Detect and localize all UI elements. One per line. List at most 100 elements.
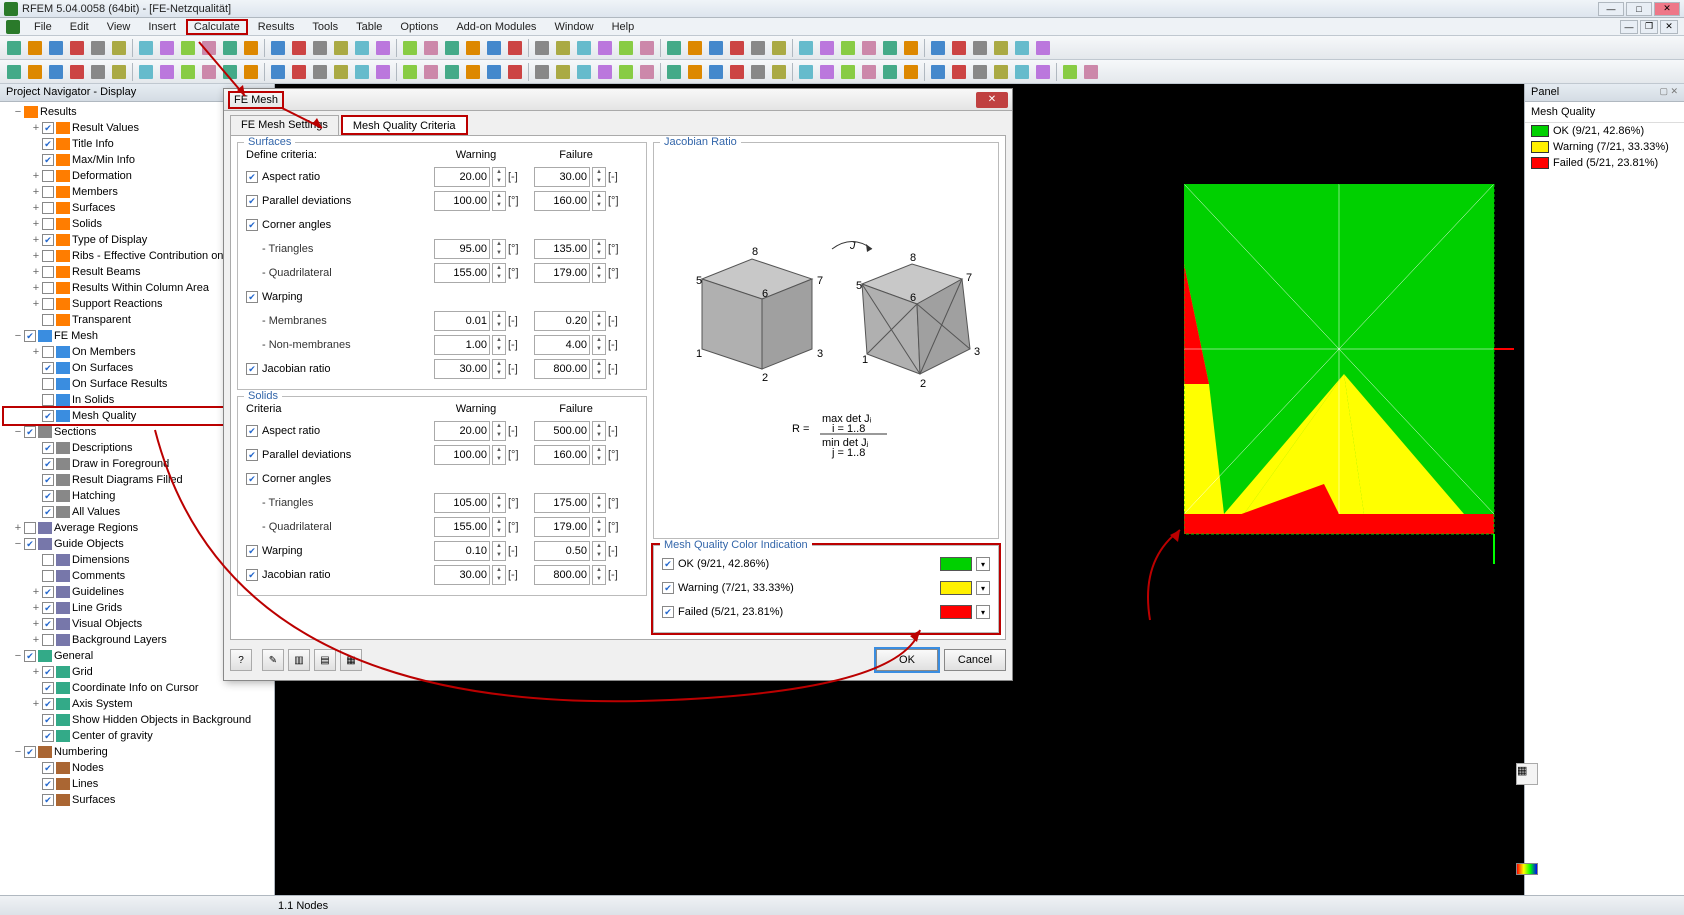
tree-checkbox[interactable] [42, 730, 54, 742]
criteria-warn-input[interactable] [434, 517, 490, 537]
toolbar-button[interactable] [574, 62, 594, 82]
tree-checkbox[interactable] [24, 522, 36, 534]
menu-calculate[interactable]: Calculate [186, 19, 248, 35]
tree-item[interactable]: Coordinate Info on Cursor [4, 680, 274, 696]
toolbar-button[interactable] [880, 62, 900, 82]
criteria-warn-input[interactable] [434, 311, 490, 331]
toolbar-button[interactable] [880, 38, 900, 58]
toolbar-button[interactable] [25, 62, 45, 82]
criteria-fail-input[interactable] [534, 191, 590, 211]
criteria-checkbox[interactable] [246, 171, 258, 183]
toolbar-button[interactable] [706, 62, 726, 82]
toolbar-button[interactable] [400, 62, 420, 82]
tree-checkbox[interactable] [42, 138, 54, 150]
menu-window[interactable]: Window [546, 20, 601, 34]
criteria-warn-input[interactable] [434, 191, 490, 211]
toolbar-button[interactable] [220, 38, 240, 58]
calendar-button[interactable]: ▦ [340, 649, 362, 671]
spinner[interactable]: ▲▼ [592, 421, 606, 441]
criteria-warn-input[interactable] [434, 335, 490, 355]
menu-file[interactable]: File [26, 20, 60, 34]
tree-checkbox[interactable] [42, 314, 54, 326]
spinner[interactable]: ▲▼ [592, 191, 606, 211]
mdi-close-button[interactable]: ✕ [1660, 20, 1678, 34]
spinner[interactable]: ▲▼ [492, 239, 506, 259]
dialog-close-button[interactable]: ✕ [976, 92, 1008, 108]
toolbar-button[interactable] [268, 38, 288, 58]
toolbar-button[interactable] [157, 62, 177, 82]
criteria-fail-input[interactable] [534, 359, 590, 379]
menu-view[interactable]: View [99, 20, 139, 34]
tree-checkbox[interactable] [42, 346, 54, 358]
toolbar-button[interactable] [25, 38, 45, 58]
toolbar-button[interactable] [199, 38, 219, 58]
criteria-checkbox[interactable] [246, 363, 258, 375]
criteria-fail-input[interactable] [534, 335, 590, 355]
tree-checkbox[interactable] [42, 186, 54, 198]
toolbar-button[interactable] [748, 38, 768, 58]
tree-item[interactable]: Lines [4, 776, 274, 792]
toolbar-button[interactable] [241, 38, 261, 58]
color-dropdown[interactable]: ▾ [976, 605, 990, 619]
spinner[interactable]: ▲▼ [592, 517, 606, 537]
ci-checkbox[interactable] [662, 606, 674, 618]
toolbar-button[interactable] [532, 38, 552, 58]
criteria-warn-input[interactable] [434, 239, 490, 259]
tree-checkbox[interactable] [42, 170, 54, 182]
tree-checkbox[interactable] [42, 442, 54, 454]
tree-checkbox[interactable] [42, 570, 54, 582]
tree-checkbox[interactable] [42, 714, 54, 726]
tree-checkbox[interactable] [42, 362, 54, 374]
criteria-checkbox[interactable] [246, 569, 258, 581]
criteria-checkbox[interactable] [246, 449, 258, 461]
menu-help[interactable]: Help [604, 20, 643, 34]
tree-checkbox[interactable] [42, 458, 54, 470]
toolbar-button[interactable] [727, 62, 747, 82]
toolbar-button[interactable] [991, 38, 1011, 58]
criteria-fail-input[interactable] [534, 565, 590, 585]
tree-checkbox[interactable] [42, 698, 54, 710]
toolbar-button[interactable] [901, 62, 921, 82]
dialog-titlebar[interactable]: FE Mesh ✕ [224, 89, 1012, 111]
toolbar-button[interactable] [796, 38, 816, 58]
toolbar-button[interactable] [685, 38, 705, 58]
toolbar-button[interactable] [1012, 62, 1032, 82]
toolbar-button[interactable] [109, 38, 129, 58]
help-button[interactable]: ? [230, 649, 252, 671]
criteria-fail-input[interactable] [534, 493, 590, 513]
toolbar-button[interactable] [574, 38, 594, 58]
toolbar-button[interactable] [4, 62, 24, 82]
toolbar-button[interactable] [838, 62, 858, 82]
toolbar-button[interactable] [532, 62, 552, 82]
toolbar-button[interactable] [484, 38, 504, 58]
toolbar-button[interactable] [928, 62, 948, 82]
toolbar-button[interactable] [769, 38, 789, 58]
tree-checkbox[interactable] [24, 746, 36, 758]
toolbar-button[interactable] [67, 38, 87, 58]
criteria-checkbox[interactable] [246, 545, 258, 557]
spinner[interactable]: ▲▼ [492, 421, 506, 441]
toolbar-button[interactable] [637, 62, 657, 82]
criteria-checkbox[interactable] [246, 219, 258, 231]
spinner[interactable]: ▲▼ [492, 191, 506, 211]
toolbar-button[interactable] [685, 62, 705, 82]
spinner[interactable]: ▲▼ [492, 517, 506, 537]
toolbar-button[interactable] [310, 38, 330, 58]
ok-button[interactable]: OK [876, 649, 938, 671]
menu-edit[interactable]: Edit [62, 20, 97, 34]
tree-checkbox[interactable] [42, 506, 54, 518]
spinner[interactable]: ▲▼ [592, 239, 606, 259]
tree-checkbox[interactable] [42, 762, 54, 774]
criteria-warn-input[interactable] [434, 493, 490, 513]
tree-checkbox[interactable] [42, 618, 54, 630]
toolbar-button[interactable] [136, 38, 156, 58]
tree-checkbox[interactable] [42, 266, 54, 278]
ci-checkbox[interactable] [662, 582, 674, 594]
tree-checkbox[interactable] [42, 778, 54, 790]
tree-checkbox[interactable] [42, 634, 54, 646]
toolbar-button[interactable] [616, 62, 636, 82]
tree-item[interactable]: Show Hidden Objects in Background [4, 712, 274, 728]
criteria-fail-input[interactable] [534, 541, 590, 561]
mdi-restore-button[interactable]: ❐ [1640, 20, 1658, 34]
toolbar-button[interactable] [949, 62, 969, 82]
